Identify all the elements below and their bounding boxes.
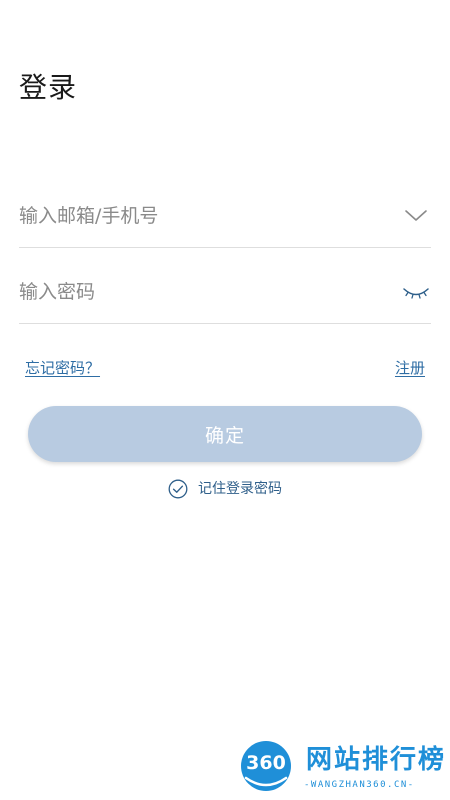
auth-links: 忘记密码？ 注册 <box>25 357 425 381</box>
remember-password-toggle[interactable]: 记住登录密码 <box>0 478 450 500</box>
watermark-url: -WANGZHAN360.CN- <box>304 780 415 790</box>
check-circle-icon[interactable] <box>168 479 188 499</box>
password-field <box>19 270 431 324</box>
forgot-password-link[interactable]: 忘记密码？ <box>25 357 100 379</box>
account-input[interactable] <box>19 194 389 238</box>
chevron-down-icon[interactable] <box>403 204 429 228</box>
register-link[interactable]: 注册 <box>395 357 425 379</box>
page-title: 登录 <box>19 71 78 104</box>
logo-number: 360 <box>246 752 286 774</box>
account-field <box>19 194 431 248</box>
confirm-button[interactable]: 确定 <box>28 406 422 462</box>
password-input[interactable] <box>19 270 389 314</box>
remember-password-label: 记住登录密码 <box>198 481 282 497</box>
site-watermark: 360 网站排行榜 -WANGZHAN360.CN- <box>238 738 448 798</box>
eye-closed-icon[interactable] <box>403 280 429 304</box>
watermark-site-name: 网站排行榜 <box>306 745 447 775</box>
